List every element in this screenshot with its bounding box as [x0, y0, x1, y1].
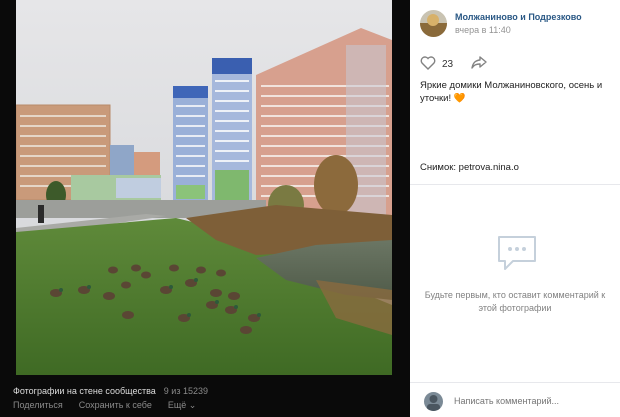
photo-counter: 9 из 15239: [163, 386, 208, 396]
photo-actions: Поделиться Сохранить к себе Ещё ⌄: [13, 400, 196, 411]
share-arrow-icon[interactable]: [471, 56, 487, 73]
comment-input[interactable]: [454, 396, 614, 406]
photo-image: [16, 0, 392, 375]
photo[interactable]: [16, 0, 392, 375]
comment-bar: [410, 383, 620, 417]
post-sidebar: Молжаниново и Подрезково вчера в 11:40 2…: [410, 0, 620, 417]
post-time[interactable]: вчера в 11:40: [455, 25, 511, 35]
save-link[interactable]: Сохранить к себе: [79, 400, 152, 411]
user-avatar: [424, 392, 443, 411]
likes-count: 23: [442, 59, 454, 70]
photo-credit: Снимок: petrova.nina.o: [420, 162, 519, 173]
photo-caption: Фотографии на стене сообщества 9 из 15239: [13, 386, 208, 396]
empty-comments-text: Будьте первым, кто оставит комментарий к…: [424, 290, 606, 313]
post-stats: 23: [420, 56, 487, 73]
post-description: Яркие домики Молжаниновского, осень и ут…: [420, 80, 603, 104]
author-avatar[interactable]: [420, 10, 447, 37]
post-author: Молжаниново и Подрезково вчера в 11:40: [420, 10, 582, 37]
heart-icon[interactable]: [420, 56, 436, 73]
divider: [410, 184, 620, 185]
more-link[interactable]: Ещё ⌄: [168, 400, 196, 411]
comment-bubble-icon: [495, 233, 539, 278]
photo-viewer: Фотографии на стене сообщества 9 из 15239…: [0, 0, 410, 417]
author-name[interactable]: Молжаниново и Подрезково: [455, 12, 582, 22]
share-link[interactable]: Поделиться: [13, 400, 63, 411]
album-title[interactable]: Фотографии на стене сообщества: [13, 386, 156, 396]
